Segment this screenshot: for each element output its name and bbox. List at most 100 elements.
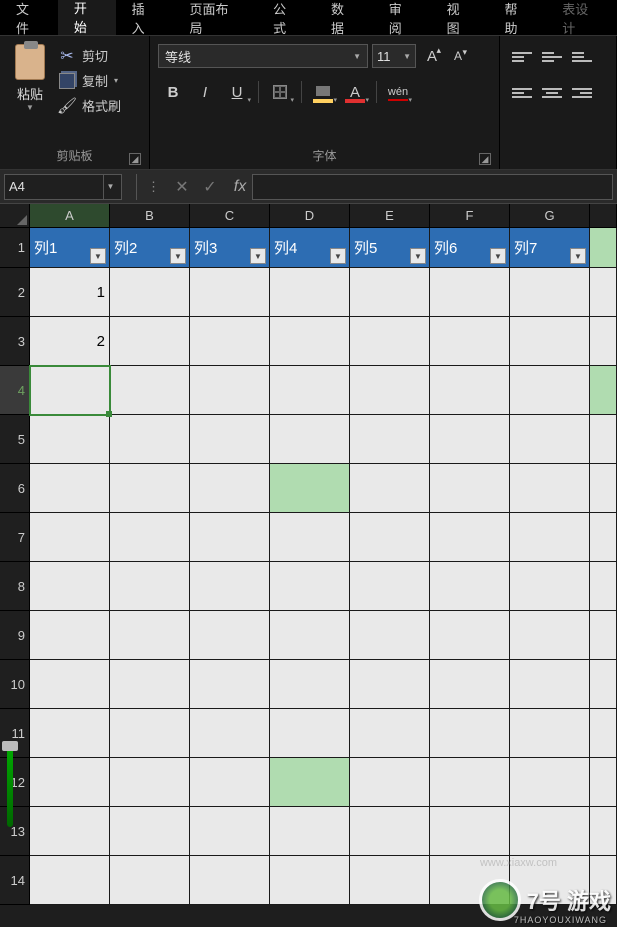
- cell-A6[interactable]: [30, 464, 110, 513]
- filter-dropdown-icon[interactable]: ▼: [330, 248, 346, 264]
- cell-A10[interactable]: [30, 660, 110, 709]
- cell-D5[interactable]: [270, 415, 350, 464]
- formula-input[interactable]: [252, 174, 613, 200]
- col-header-F[interactable]: F: [430, 204, 510, 228]
- row-header-7[interactable]: 7: [0, 513, 30, 562]
- cell-D12[interactable]: [270, 758, 350, 807]
- cell-G12[interactable]: [510, 758, 590, 807]
- cell-A8[interactable]: [30, 562, 110, 611]
- cell-G7[interactable]: [510, 513, 590, 562]
- cell-partial-row10[interactable]: [590, 660, 617, 709]
- italic-button[interactable]: I: [190, 78, 220, 106]
- clipboard-launcher-icon[interactable]: ◢: [129, 153, 141, 165]
- align-middle-button[interactable]: [538, 44, 566, 70]
- cell-partial-row5[interactable]: [590, 415, 617, 464]
- filter-dropdown-icon[interactable]: ▼: [90, 248, 106, 264]
- cell-partial-row1[interactable]: [590, 228, 617, 268]
- cell-B13[interactable]: [110, 807, 190, 856]
- fill-color-button[interactable]: ▾: [308, 78, 338, 106]
- border-button[interactable]: ▾: [265, 78, 295, 106]
- cell-B3[interactable]: [110, 317, 190, 366]
- cell-E5[interactable]: [350, 415, 430, 464]
- cell-partial-row3[interactable]: [590, 317, 617, 366]
- cell-B10[interactable]: [110, 660, 190, 709]
- phonetic-guide-button[interactable]: wén ▾: [383, 78, 413, 106]
- filter-dropdown-icon[interactable]: ▼: [570, 248, 586, 264]
- row-header-9[interactable]: 9: [0, 611, 30, 660]
- filter-dropdown-icon[interactable]: ▼: [410, 248, 426, 264]
- align-bottom-button[interactable]: [568, 44, 596, 70]
- cell-B2[interactable]: [110, 268, 190, 317]
- cell-D1[interactable]: 列4▼: [270, 228, 350, 268]
- cell-B6[interactable]: [110, 464, 190, 513]
- cell-D7[interactable]: [270, 513, 350, 562]
- font-launcher-icon[interactable]: ◢: [479, 153, 491, 165]
- cell-F1[interactable]: 列6▼: [430, 228, 510, 268]
- cell-B11[interactable]: [110, 709, 190, 758]
- underline-button[interactable]: U▾: [222, 78, 252, 106]
- cell-B12[interactable]: [110, 758, 190, 807]
- menu-home[interactable]: 开始: [58, 0, 116, 35]
- cell-D2[interactable]: [270, 268, 350, 317]
- cell-E3[interactable]: [350, 317, 430, 366]
- cell-partial-row11[interactable]: [590, 709, 617, 758]
- cell-C10[interactable]: [190, 660, 270, 709]
- cell-F3[interactable]: [430, 317, 510, 366]
- bold-button[interactable]: B: [158, 78, 188, 106]
- cell-G1[interactable]: 列7▼: [510, 228, 590, 268]
- cell-B9[interactable]: [110, 611, 190, 660]
- cell-C11[interactable]: [190, 709, 270, 758]
- cell-partial-row7[interactable]: [590, 513, 617, 562]
- filter-dropdown-icon[interactable]: ▼: [250, 248, 266, 264]
- cell-A3[interactable]: 2: [30, 317, 110, 366]
- increase-font-button[interactable]: A▴: [420, 44, 444, 68]
- col-header-E[interactable]: E: [350, 204, 430, 228]
- cell-B5[interactable]: [110, 415, 190, 464]
- cell-A13[interactable]: [30, 807, 110, 856]
- cell-G13[interactable]: [510, 807, 590, 856]
- slider-knob[interactable]: [2, 741, 18, 751]
- cell-F13[interactable]: [430, 807, 510, 856]
- paste-dropdown-icon[interactable]: ▼: [26, 103, 34, 112]
- cell-E6[interactable]: [350, 464, 430, 513]
- select-all-button[interactable]: [0, 204, 30, 228]
- row-header-14[interactable]: 14: [0, 856, 30, 905]
- cell-partial-row2[interactable]: [590, 268, 617, 317]
- cell-B7[interactable]: [110, 513, 190, 562]
- cell-C1[interactable]: 列3▼: [190, 228, 270, 268]
- row-header-6[interactable]: 6: [0, 464, 30, 513]
- row-header-10[interactable]: 10: [0, 660, 30, 709]
- cell-C5[interactable]: [190, 415, 270, 464]
- cell-E13[interactable]: [350, 807, 430, 856]
- cell-G11[interactable]: [510, 709, 590, 758]
- menu-table-design[interactable]: 表设计: [546, 0, 617, 35]
- col-header-B[interactable]: B: [110, 204, 190, 228]
- align-top-button[interactable]: [508, 44, 536, 70]
- cell-C7[interactable]: [190, 513, 270, 562]
- cell-D6[interactable]: [270, 464, 350, 513]
- cancel-formula-button[interactable]: ✕: [168, 174, 196, 200]
- cell-C8[interactable]: [190, 562, 270, 611]
- cell-partial-row4[interactable]: [590, 366, 617, 415]
- menu-insert[interactable]: 插入: [116, 0, 174, 35]
- cell-E10[interactable]: [350, 660, 430, 709]
- cell-C6[interactable]: [190, 464, 270, 513]
- cell-E12[interactable]: [350, 758, 430, 807]
- cell-C2[interactable]: [190, 268, 270, 317]
- cell-G2[interactable]: [510, 268, 590, 317]
- font-color-button[interactable]: A ▾: [340, 78, 370, 106]
- cell-A14[interactable]: [30, 856, 110, 905]
- cell-F12[interactable]: [430, 758, 510, 807]
- cell-F8[interactable]: [430, 562, 510, 611]
- cell-F9[interactable]: [430, 611, 510, 660]
- row-header-1[interactable]: 1: [0, 228, 30, 268]
- cell-D13[interactable]: [270, 807, 350, 856]
- cell-D14[interactable]: [270, 856, 350, 905]
- cell-A7[interactable]: [30, 513, 110, 562]
- cell-D10[interactable]: [270, 660, 350, 709]
- cell-G10[interactable]: [510, 660, 590, 709]
- cell-D9[interactable]: [270, 611, 350, 660]
- cells-area[interactable]: 列1▼列2▼列3▼列4▼列5▼列6▼列7▼12: [30, 228, 617, 905]
- cell-A2[interactable]: 1: [30, 268, 110, 317]
- cell-A5[interactable]: [30, 415, 110, 464]
